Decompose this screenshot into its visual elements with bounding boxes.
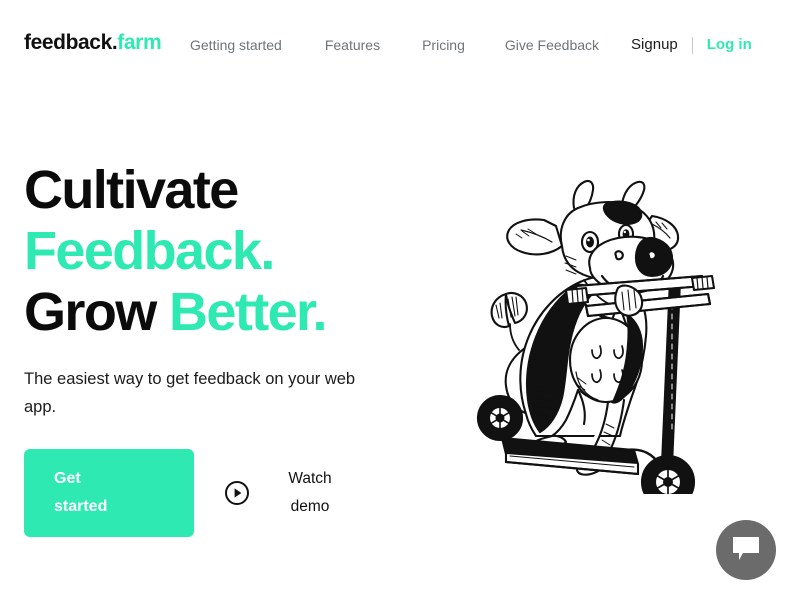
hero-cta-row: Get started Watch demo xyxy=(24,449,340,537)
nav-item-getting-started[interactable]: Getting started xyxy=(190,36,282,54)
brand-logo[interactable]: feedback.farm xyxy=(24,31,162,54)
top-navigation-bar: feedback.farm Getting started Features P… xyxy=(0,0,800,88)
nav-links-group: Getting started Features Pricing Give Fe… xyxy=(190,36,752,54)
brand-logo-name: feedback xyxy=(24,31,112,54)
page-title: Cultivate Feedback. Grow Better. xyxy=(24,160,444,343)
watch-demo-button[interactable]: Watch demo xyxy=(224,465,340,521)
get-started-button-line-1: Get xyxy=(54,470,81,487)
landing-page: feedback.farm Getting started Features P… xyxy=(0,0,800,600)
headline-line-3-accent: Better. xyxy=(169,282,327,342)
chat-bubble-icon xyxy=(731,535,761,566)
headline-line-3-black: Grow xyxy=(24,282,170,342)
nav-separator xyxy=(691,36,693,54)
nav-item-give-feedback[interactable]: Give Feedback xyxy=(505,36,599,54)
watch-demo-label: Watch demo xyxy=(280,465,340,521)
cow-riding-scooter-illustration xyxy=(466,164,722,494)
signup-link[interactable]: Signup xyxy=(631,36,678,54)
login-link[interactable]: Log in xyxy=(707,36,752,54)
hero-text-block: Cultivate Feedback. Grow Better. The eas… xyxy=(24,160,444,421)
get-started-button[interactable]: Get started xyxy=(24,449,194,537)
brand-logo-tld: farm xyxy=(117,31,162,54)
headline-line-2: Feedback. xyxy=(24,221,275,281)
nav-item-features[interactable]: Features xyxy=(325,36,380,54)
chat-widget-button[interactable] xyxy=(716,520,776,580)
hero-subtitle: The easiest way to get feedback on your … xyxy=(24,370,356,416)
play-circle-icon xyxy=(224,480,250,506)
headline-line-1: Cultivate xyxy=(24,160,239,220)
nav-item-pricing[interactable]: Pricing xyxy=(422,36,465,54)
watch-demo-label-line-2: demo xyxy=(290,498,330,515)
watch-demo-label-line-1: Watch xyxy=(288,470,332,487)
get-started-button-line-2: started xyxy=(54,498,108,515)
